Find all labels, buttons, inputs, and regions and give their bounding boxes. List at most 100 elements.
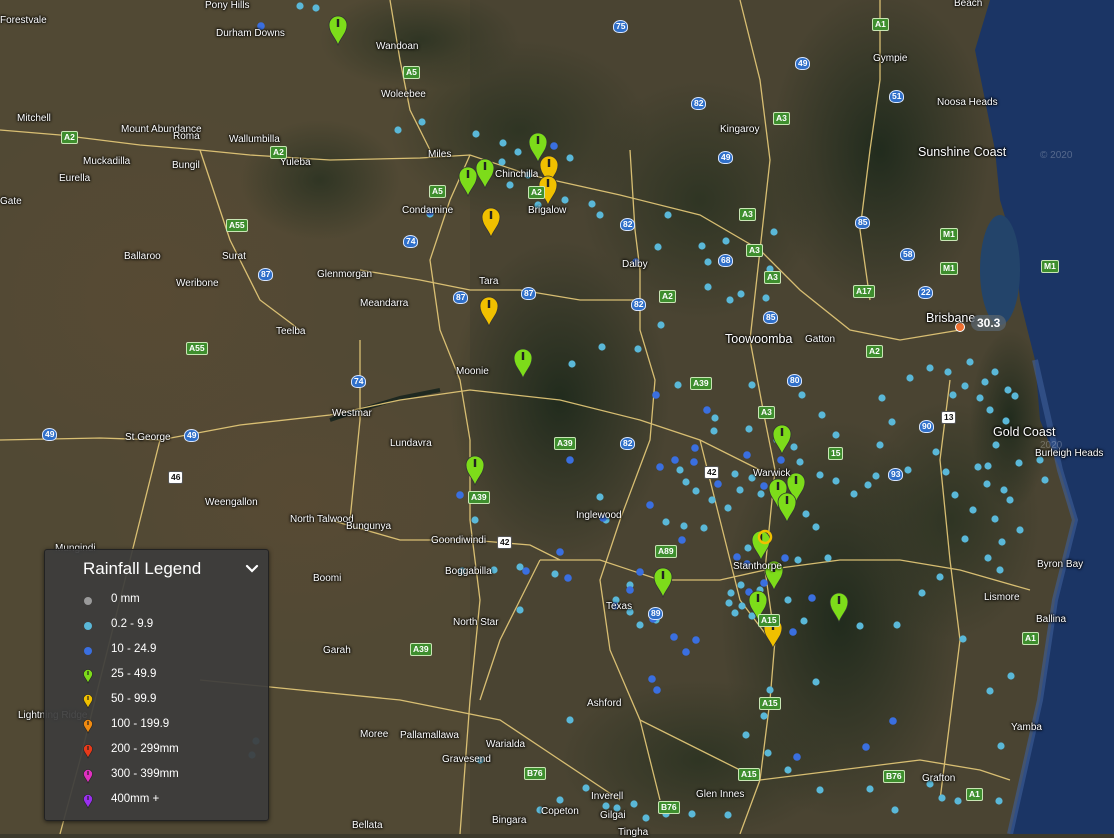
rainfall-dot[interactable] bbox=[961, 382, 969, 390]
rainfall-dot[interactable] bbox=[938, 794, 946, 802]
rainfall-dot[interactable] bbox=[738, 602, 746, 610]
rainfall-dot[interactable] bbox=[793, 753, 801, 761]
rainfall-dot[interactable] bbox=[862, 743, 870, 751]
rainfall-dot[interactable] bbox=[856, 622, 864, 630]
rainfall-dot[interactable] bbox=[690, 458, 698, 466]
rainfall-dot[interactable] bbox=[671, 456, 679, 464]
rainfall-dot[interactable] bbox=[737, 290, 745, 298]
rainfall-dot[interactable] bbox=[932, 448, 940, 456]
rainfall-dot[interactable] bbox=[634, 345, 642, 353]
rainfall-dot[interactable] bbox=[944, 368, 952, 376]
rainfall-dot[interactable] bbox=[808, 594, 816, 602]
rainfall-dot[interactable] bbox=[652, 391, 660, 399]
rainfall-dot[interactable] bbox=[998, 538, 1006, 546]
rainfall-dot[interactable] bbox=[691, 444, 699, 452]
rainfall-dot[interactable] bbox=[561, 196, 569, 204]
rainfall-dot[interactable] bbox=[906, 374, 914, 382]
rainfall-dot[interactable] bbox=[611, 602, 619, 610]
rainfall-dot[interactable] bbox=[524, 171, 532, 179]
brisbane-marker[interactable] bbox=[955, 322, 965, 332]
rainfall-dot[interactable] bbox=[961, 535, 969, 543]
rainfall-dot[interactable] bbox=[878, 394, 886, 402]
rainfall-dot[interactable] bbox=[653, 686, 661, 694]
rainfall-dot[interactable] bbox=[682, 648, 690, 656]
rainfall-dot[interactable] bbox=[1007, 672, 1015, 680]
rainfall-dot[interactable] bbox=[986, 406, 994, 414]
rainfall-dot[interactable] bbox=[654, 243, 662, 251]
rainfall-dot[interactable] bbox=[1036, 456, 1044, 464]
rainfall-dot[interactable] bbox=[981, 378, 989, 386]
rainfall-dot[interactable] bbox=[731, 470, 739, 478]
rainfall-dot[interactable] bbox=[949, 391, 957, 399]
rainfall-dot[interactable] bbox=[743, 451, 751, 459]
rainfall-dot[interactable] bbox=[674, 381, 682, 389]
rainfall-dot[interactable] bbox=[456, 491, 464, 499]
rainfall-dot[interactable] bbox=[710, 427, 718, 435]
rainfall-dot[interactable] bbox=[636, 621, 644, 629]
rainfall-dot[interactable] bbox=[646, 501, 654, 509]
rainfall-dot[interactable] bbox=[657, 321, 665, 329]
rainfall-dot[interactable] bbox=[506, 181, 514, 189]
rainfall-dot[interactable] bbox=[760, 712, 768, 720]
rainfall-dot[interactable] bbox=[522, 567, 530, 575]
rainfall-dot[interactable] bbox=[991, 515, 999, 523]
rainfall-dot[interactable] bbox=[866, 785, 874, 793]
rainfall-dot[interactable] bbox=[1011, 392, 1019, 400]
rainfall-dot[interactable] bbox=[703, 406, 711, 414]
rainfall-dot[interactable] bbox=[737, 581, 745, 589]
rainfall-dot[interactable] bbox=[498, 158, 506, 166]
rainfall-dot[interactable] bbox=[708, 496, 716, 504]
rainfall-dot[interactable] bbox=[724, 504, 732, 512]
rainfall-dot[interactable] bbox=[777, 456, 785, 464]
rainfall-dot[interactable] bbox=[725, 599, 733, 607]
chevron-down-icon[interactable] bbox=[244, 560, 260, 576]
rainfall-dot[interactable] bbox=[872, 472, 880, 480]
rainfall-dot[interactable] bbox=[676, 466, 684, 474]
rainfall-dot[interactable] bbox=[727, 589, 735, 597]
rainfall-dot[interactable] bbox=[472, 130, 480, 138]
rainfall-dot[interactable] bbox=[794, 556, 802, 564]
rainfall-dot[interactable] bbox=[670, 633, 678, 641]
rainfall-dot[interactable] bbox=[984, 554, 992, 562]
rainfall-dot[interactable] bbox=[458, 567, 466, 575]
rainfall-dot[interactable] bbox=[700, 524, 708, 532]
rainfall-dot[interactable] bbox=[582, 784, 590, 792]
rainfall-dot[interactable] bbox=[996, 566, 1004, 574]
rainfall-dot[interactable] bbox=[816, 471, 824, 479]
rainfall-dot[interactable] bbox=[534, 201, 542, 209]
rainfall-dot[interactable] bbox=[1015, 459, 1023, 467]
rainfall-dot[interactable] bbox=[904, 466, 912, 474]
rainfall-dot[interactable] bbox=[812, 523, 820, 531]
rainfall-dot[interactable] bbox=[598, 343, 606, 351]
rainfall-readout[interactable]: 30.3 bbox=[971, 315, 1007, 331]
rainfall-dot[interactable] bbox=[743, 560, 751, 568]
rainfall-dot[interactable] bbox=[974, 463, 982, 471]
rainfall-dot[interactable] bbox=[992, 441, 1000, 449]
rainfall-dot[interactable] bbox=[762, 294, 770, 302]
rainfall-dot[interactable] bbox=[602, 802, 610, 810]
rainfall-dot[interactable] bbox=[926, 364, 934, 372]
rainfall-dot[interactable] bbox=[682, 478, 690, 486]
rainfall-dot[interactable] bbox=[991, 368, 999, 376]
rainfall-dot[interactable] bbox=[626, 586, 634, 594]
rainfall-dot[interactable] bbox=[698, 242, 706, 250]
rainfall-dot[interactable] bbox=[599, 514, 607, 522]
rainfall-dot[interactable] bbox=[959, 635, 967, 643]
rainfall-dot[interactable] bbox=[296, 2, 304, 10]
rainfall-dot[interactable] bbox=[742, 731, 750, 739]
rainfall-dot[interactable] bbox=[731, 609, 739, 617]
rainfall-dot[interactable] bbox=[312, 4, 320, 12]
rainfall-dot[interactable] bbox=[891, 806, 899, 814]
rainfall-dot[interactable] bbox=[636, 568, 644, 576]
rainfall-dot[interactable] bbox=[724, 811, 732, 819]
rainfall-dot[interactable] bbox=[983, 480, 991, 488]
rainfall-dot[interactable] bbox=[832, 477, 840, 485]
rainfall-dot[interactable] bbox=[986, 687, 994, 695]
rainfall-dot[interactable] bbox=[556, 548, 564, 556]
rainfall-dot[interactable] bbox=[692, 636, 700, 644]
rainfall-dot[interactable] bbox=[704, 283, 712, 291]
rainfall-dot[interactable] bbox=[976, 394, 984, 402]
rainfall-dot[interactable] bbox=[536, 806, 544, 814]
rainfall-dot[interactable] bbox=[812, 678, 820, 686]
rainfall-dot[interactable] bbox=[613, 804, 621, 812]
